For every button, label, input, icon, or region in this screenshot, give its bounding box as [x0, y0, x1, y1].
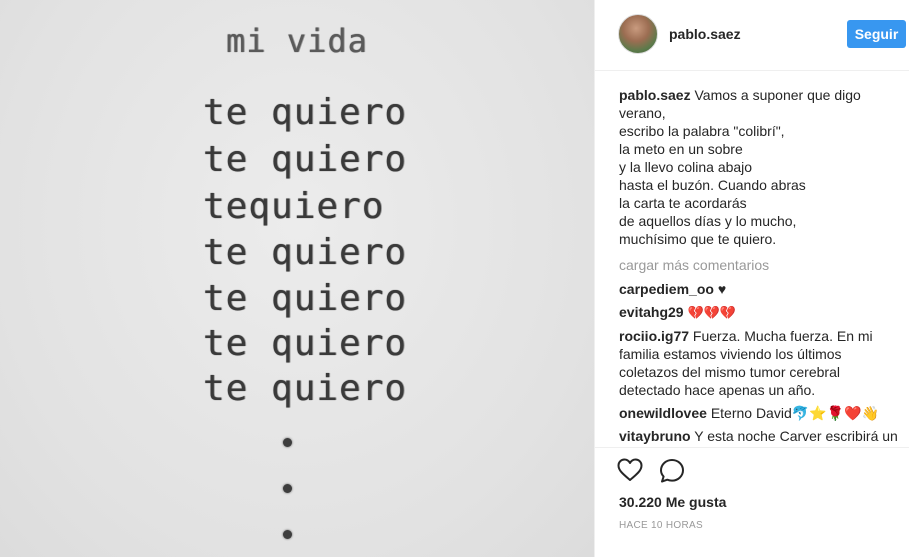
caption-line: de aquellos días y lo mucho, — [619, 213, 797, 229]
comment-username[interactable]: evitahg29 — [619, 304, 684, 320]
caption-line: muchísimo que te quiero. — [619, 231, 777, 247]
caption-line: y la llevo colina abajo — [619, 159, 753, 175]
comment: onewildlovee Eterno David🐬⭐🌹❤️👋 — [619, 404, 899, 422]
caption-line: hasta el buzón. Cuando abras — [619, 177, 806, 193]
photo-line: te quiero — [203, 139, 408, 180]
photo-line: te quiero — [203, 92, 408, 133]
post-timestamp[interactable]: HACE 10 HORAS — [619, 520, 703, 531]
photo-line: te quiero — [203, 232, 408, 273]
caption-line: Vamos a suponer que digo — [694, 87, 861, 103]
comment-text: Eterno David🐬⭐🌹❤️👋 — [710, 405, 879, 421]
comment: vitaybruno Y esta noche Carver escribirá… — [619, 427, 899, 445]
heart-outline-icon[interactable] — [617, 458, 643, 482]
speech-bubble-icon[interactable] — [659, 458, 685, 484]
comment-username[interactable]: vitaybruno — [619, 428, 691, 444]
comment: rociio.ig77 Fuerza. Mucha fuerza. En mi … — [619, 327, 899, 399]
caption-line: la meto en un sobre — [619, 141, 743, 157]
typed-dot — [283, 438, 292, 447]
caption-line: verano, — [619, 105, 666, 121]
header-username[interactable]: pablo.saez — [669, 26, 741, 42]
avatar[interactable] — [618, 14, 658, 54]
caption-line: la carta te acordarás — [619, 195, 747, 211]
comments-list[interactable]: pablo.saez Vamos a suponer que digo vera… — [619, 86, 899, 446]
photo-title: mi vida — [226, 22, 368, 60]
comment-text: Y esta noche Carver escribirá un — [694, 428, 898, 444]
load-more-comments-link[interactable]: cargar más comentarios — [619, 256, 899, 274]
comment: evitahg29 💔💔💔 — [619, 303, 899, 322]
likes-count[interactable]: 30.220 Me gusta — [619, 494, 726, 510]
caption-author[interactable]: pablo.saez — [619, 87, 691, 103]
post-actions: 30.220 Me gusta HACE 10 HORAS — [595, 447, 909, 557]
caption-line: escribo la palabra "colibrí", — [619, 123, 785, 139]
comment-username[interactable]: onewildlovee — [619, 405, 707, 421]
typed-dot — [283, 530, 292, 539]
comment-username[interactable]: carpediem_oo — [619, 281, 714, 297]
photo-line: te quiero — [203, 278, 408, 319]
caption: pablo.saez Vamos a suponer que digo vera… — [619, 86, 899, 248]
comment-username[interactable]: rociio.ig77 — [619, 328, 689, 344]
typed-dot — [283, 484, 292, 493]
comment-text: 💔💔💔 — [687, 305, 737, 320]
photo-line: te quiero — [203, 323, 408, 364]
post-photo[interactable]: mi vida te quiero te quiero tequiero te … — [0, 0, 594, 557]
post-panel: pablo.saez Seguir pablo.saez Vamos a sup… — [594, 0, 909, 557]
comment: carpediem_oo ♥ — [619, 280, 899, 298]
post-header: pablo.saez Seguir — [595, 0, 909, 71]
comment-text: ♥ — [717, 281, 727, 297]
photo-line: tequiero — [203, 186, 385, 227]
follow-button[interactable]: Seguir — [847, 20, 906, 48]
photo-line: te quiero — [203, 368, 408, 409]
